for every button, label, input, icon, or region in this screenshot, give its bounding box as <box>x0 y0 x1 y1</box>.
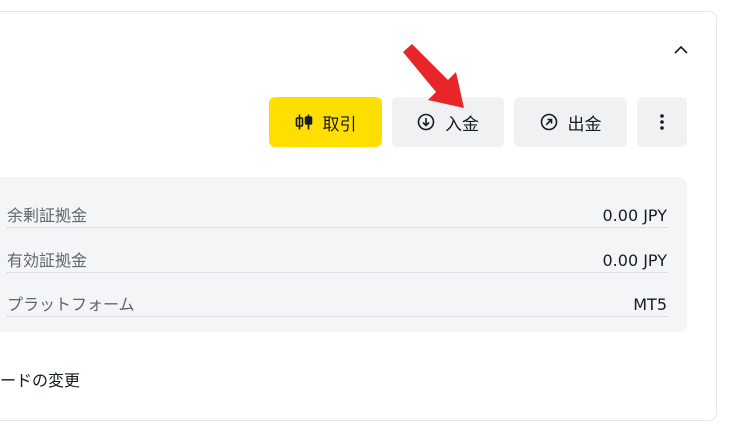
withdraw-button-label: 出金 <box>567 114 602 135</box>
collapse-chevron-up-icon[interactable] <box>671 40 691 58</box>
change-password-link[interactable]: ードの変更 <box>0 367 80 391</box>
dotted-divider <box>7 272 667 273</box>
detail-label: 余剰証拠金 <box>7 206 88 225</box>
withdraw-button[interactable]: 出金 <box>514 97 627 147</box>
more-options-button[interactable] <box>637 97 687 147</box>
detail-value: MT5 <box>633 295 667 314</box>
detail-value: 0.00 JPY <box>602 206 668 225</box>
dotted-divider <box>7 316 667 317</box>
detail-label: 有効証拠金 <box>7 251 88 270</box>
trade-button[interactable]: 取引 <box>269 97 382 147</box>
detail-row-platform: プラットフォーム MT5 <box>0 293 687 317</box>
more-vertical-icon <box>660 114 664 130</box>
trade-button-label: 取引 <box>322 114 357 135</box>
account-details-panel: 余剰証拠金 0.00 JPY 有効証拠金 0.00 JPY プラットフォーム M… <box>0 177 687 332</box>
deposit-button[interactable]: 入金 <box>392 97 504 147</box>
candlestick-icon <box>295 114 313 130</box>
deposit-button-label: 入金 <box>445 114 479 135</box>
detail-row-free-margin: 余剰証拠金 0.00 JPY <box>0 204 687 228</box>
detail-row-equity: 有効証拠金 0.00 JPY <box>0 249 687 273</box>
detail-label: プラットフォーム <box>7 295 135 314</box>
dotted-divider <box>7 227 667 228</box>
arrow-up-right-circle-icon <box>540 113 558 131</box>
arrow-down-circle-icon <box>417 113 435 131</box>
detail-value: 0.00 JPY <box>602 251 668 270</box>
